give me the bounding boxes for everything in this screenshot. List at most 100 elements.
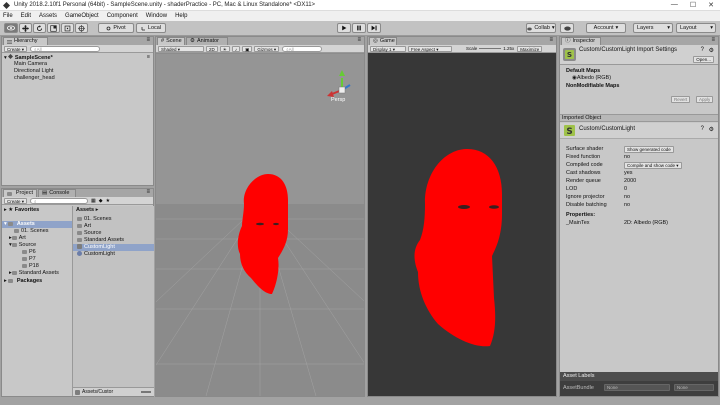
account-dropdown[interactable]: Account ▾ [586,23,626,33]
menu-component[interactable]: Component [107,13,138,19]
apply-button[interactable]: Apply [696,96,714,103]
persp-label[interactable]: Persp [331,97,345,103]
open-button[interactable]: Open... [693,56,714,63]
hierarchy-panel: Hierarchy ≡ Create ▾ ⌕All ▾ SampleScene*… [1,36,154,186]
list-item[interactable]: CustomLight [73,244,154,251]
filter-label-icon[interactable]: ◆ [99,198,103,204]
audio-toggle[interactable]: ♪ [231,45,241,52]
maximize-toggle[interactable]: Maximize [517,45,543,52]
minimize-button[interactable]: — [671,1,678,9]
scene-viewport[interactable]: Persp [156,54,364,396]
tree-item[interactable]: ▾ Source [2,242,72,249]
gear-icon[interactable]: ⚙ [709,47,714,54]
close-button[interactable]: ✕ [708,1,714,9]
rotate-tool-button[interactable] [33,23,46,33]
list-item[interactable]: Source [73,230,154,237]
menu-gameobject[interactable]: GameObject [65,13,99,19]
game-tabbar: ◎ Game ≡ [368,37,556,45]
list-item[interactable]: Art [73,223,154,230]
rect-tool-button[interactable] [61,23,74,33]
local-toggle[interactable]: Local [136,23,166,33]
filter-type-icon[interactable]: ▦ [91,198,96,204]
layout-dropdown[interactable]: Layout ▾ [676,23,716,33]
hierarchy-search-input[interactable]: ⌕All [30,45,101,52]
shader-file-icon: S [564,125,575,137]
effects-dropdown[interactable]: ▣ [242,45,253,52]
transform-tool-button[interactable] [75,23,88,33]
tab-inspector[interactable]: ⓘ Inspector [561,37,601,45]
scale-slider[interactable] [479,48,502,49]
pivot-toggle[interactable]: Pivot [98,23,134,33]
tab-animator[interactable]: ⚙ Animator [186,37,228,45]
project-search-input[interactable]: ⌕ [30,197,89,204]
tab-scene[interactable]: # Scene [157,37,185,45]
create-dropdown[interactable]: Create ▾ [4,197,28,204]
panel-menu-icon[interactable]: ≡ [549,37,553,43]
revert-button[interactable]: Revert [671,96,691,103]
tree-item[interactable]: P18 [2,263,72,270]
menu-window[interactable]: Window [146,13,167,19]
compile-and-show-code-dropdown[interactable]: Compile and show code ▾ [624,162,682,169]
layers-dropdown[interactable]: Layers ▾ [633,23,673,33]
move-tool-button[interactable] [19,23,32,33]
asset-labels-header[interactable]: Asset Labels [560,372,718,381]
maximize-button[interactable]: ☐ [690,1,696,9]
display-dropdown[interactable]: Display 1 ▾ [370,45,406,52]
tree-item[interactable]: P7 [2,256,72,263]
scene-row[interactable]: ▾ SampleScene* ≡ [2,54,153,61]
list-item[interactable]: CustomLight [73,251,154,258]
menu-assets[interactable]: Assets [39,13,57,19]
prop-value: 2000 [624,178,637,184]
2d-toggle[interactable]: 2D [206,45,218,52]
pause-button[interactable] [352,23,366,33]
asset-bundle-dropdown[interactable]: None [604,384,670,391]
step-button[interactable] [367,23,381,33]
create-dropdown[interactable]: Create ▾ [4,45,28,52]
gear-icon[interactable]: ⚙ [709,126,714,133]
asset-bundle-variant-dropdown[interactable]: None [674,384,714,391]
cloud-services-button[interactable] [560,23,574,33]
tree-assets-row[interactable]: ▾ Assets [2,221,72,228]
tab-console[interactable]: ▤ Console [38,189,76,197]
hierarchy-item[interactable]: Main Camera [2,61,153,68]
tab-hierarchy[interactable]: Hierarchy [3,37,48,45]
gizmos-dropdown[interactable]: Gizmos ▾ [254,45,280,52]
breadcrumb[interactable]: Assets ▸ [73,207,154,214]
panel-menu-icon[interactable]: ≡ [711,37,715,43]
list-item[interactable]: 01. Scenes [73,216,154,223]
star-icon[interactable]: ★ [106,198,110,204]
tree-item[interactable]: ▸ Standard Assets [2,270,72,277]
menu-file[interactable]: File [3,13,13,19]
hand-tool-button[interactable] [4,23,18,33]
scale-tool-button[interactable] [47,23,60,33]
rotate-icon [36,24,43,31]
show-generated-code-button[interactable]: Show generated code [624,146,674,153]
tab-game[interactable]: ◎ Game [369,37,397,45]
panel-menu-icon[interactable]: ≡ [357,37,361,43]
favorites-row[interactable]: ▸ ★ Favorites [2,207,72,214]
scene-menu-icon[interactable]: ≡ [147,54,150,61]
menu-edit[interactable]: Edit [21,13,31,19]
packages-row[interactable]: ▸ Packages [2,278,72,285]
play-button[interactable] [337,23,351,33]
list-item[interactable]: Standard Assets [73,237,154,244]
tab-project[interactable]: Project [3,189,37,197]
collab-dropdown[interactable]: Collab ▾ [526,23,556,33]
prop-value: 2D: Albedo (RGB) [624,220,669,226]
albedo-map-field[interactable]: ◉Albedo (RGB) [572,75,611,81]
lighting-toggle[interactable]: ☀ [219,45,230,52]
hierarchy-item[interactable]: Directional Light [2,68,153,75]
hierarchy-item[interactable]: challenger_head [2,75,153,82]
tree-item[interactable]: P6 [2,249,72,256]
aspect-dropdown[interactable]: Free Aspect ▾ [408,45,452,52]
shading-mode-dropdown[interactable]: Shaded ▾ [158,45,204,52]
tree-item[interactable]: ▸ Art [2,235,72,242]
panel-menu-icon[interactable]: ≡ [146,189,150,195]
help-icon[interactable]: ? [701,47,704,53]
panel-menu-icon[interactable]: ≡ [146,37,150,43]
icon-size-slider[interactable] [141,391,151,393]
tree-item[interactable]: 01. Scenes [2,228,72,235]
scene-search-input[interactable]: ⌕All [282,45,323,52]
menu-help[interactable]: Help [175,13,187,19]
help-icon[interactable]: ? [701,126,704,132]
